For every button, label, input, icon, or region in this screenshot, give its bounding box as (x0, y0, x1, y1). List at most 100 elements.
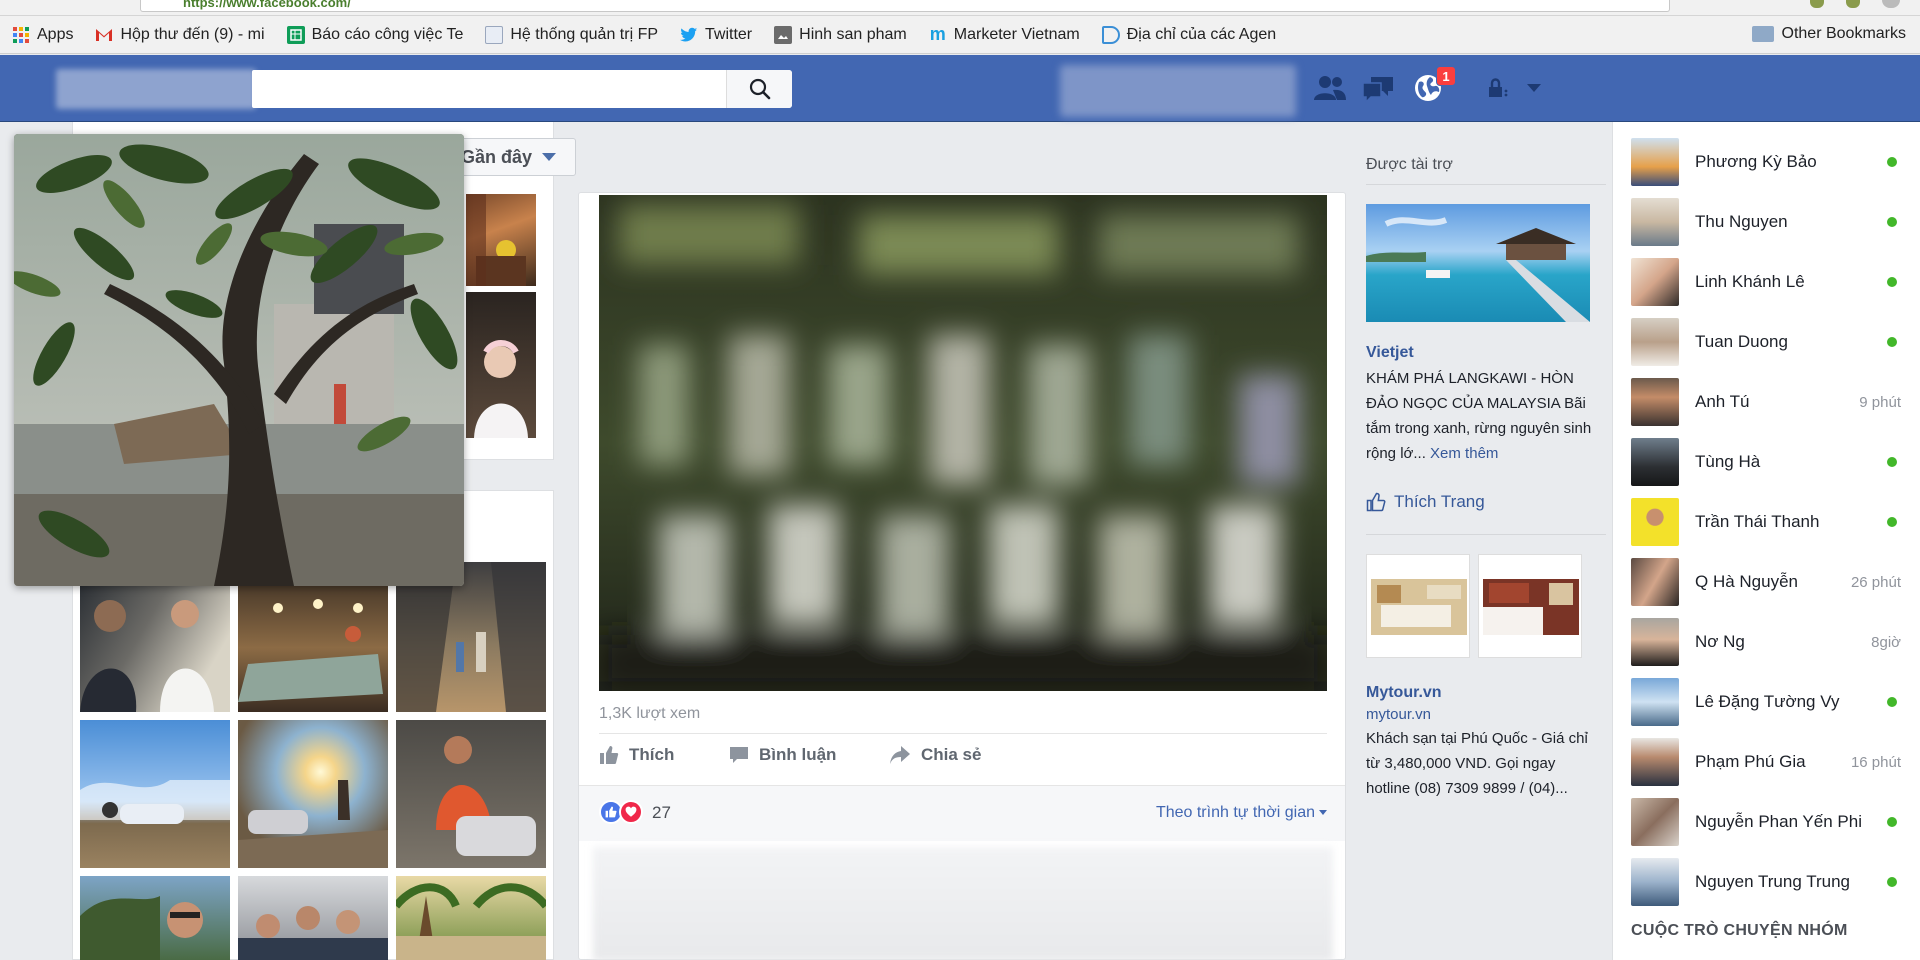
chat-contact[interactable]: Nơ Ng 8giờ (1631, 616, 1920, 668)
contact-name: Q Hà Nguyễn (1695, 572, 1798, 591)
avatar (1631, 318, 1679, 366)
blurred-user-menu[interactable] (1060, 65, 1296, 117)
bookmark-fpt[interactable]: Hệ thống quản trị FP (485, 25, 658, 44)
contact-name: Tùng Hà (1695, 452, 1761, 471)
photo-thumbnail[interactable] (238, 876, 388, 960)
feed-sort-label: Gần đây (461, 146, 533, 167)
online-status-icon (1887, 877, 1897, 887)
photo-thumbnail[interactable] (396, 876, 546, 960)
notification-badge: 1 (1436, 66, 1456, 86)
friend-requests-icon[interactable] (1310, 70, 1350, 106)
profile-icon[interactable] (1882, 0, 1900, 8)
contact-name: Nguyen Trung Trung (1695, 872, 1850, 891)
feed-post: 1,3K lượt xem Thích Bình luận Chia sẻ 27… (578, 192, 1346, 960)
online-status-icon (1887, 697, 1897, 707)
photo-thumbnail[interactable] (80, 876, 230, 960)
love-reaction-icon[interactable] (619, 800, 643, 824)
privacy-lock-icon[interactable] (1478, 70, 1518, 106)
video-player[interactable] (599, 195, 1327, 691)
comment-sort-dropdown[interactable]: Theo trình tự thời gian (1156, 804, 1327, 822)
chat-contact[interactable]: Tùng Hà (1631, 436, 1920, 488)
comment-button[interactable]: Bình luận (729, 745, 836, 765)
chat-contact[interactable]: Lê Đặng Tường Vy (1631, 676, 1920, 728)
avatar (1631, 858, 1679, 906)
search-input[interactable] (252, 70, 792, 108)
search-button[interactable] (726, 70, 792, 108)
photo-thumbnail[interactable] (466, 194, 536, 286)
last-active-time: 9 phút (1859, 393, 1901, 411)
bookmark-agency[interactable]: Địa chỉ của các Agen (1101, 25, 1276, 44)
vietjet-ad-image[interactable] (1366, 204, 1590, 322)
contact-name: Phương Kỳ Bảo (1695, 152, 1817, 171)
address-bar[interactable]: https://www.facebook.com/ (140, 0, 1670, 12)
last-active-time: 26 phút (1850, 573, 1901, 591)
vietjet-ad-brand[interactable]: Vietjet (1366, 344, 1414, 362)
photo-thumbnail[interactable] (466, 292, 536, 438)
account-menu-chevron-icon[interactable] (1514, 70, 1554, 106)
chat-contact[interactable]: Phạm Phú Gia 16 phút (1631, 736, 1920, 788)
vietjet-ad-text: KHÁM PHÁ LANGKAWI - HÒN ĐẢO NGỌC CỦA MAL… (1366, 366, 1600, 466)
avatar (1631, 258, 1679, 306)
other-bookmarks-label: Other Bookmarks (1781, 25, 1906, 42)
online-status-icon (1887, 817, 1897, 827)
facebook-header: 1 (0, 55, 1920, 122)
folder-icon (1751, 26, 1774, 42)
extension-icon[interactable] (1810, 0, 1824, 8)
chat-contact[interactable]: Phương Kỳ Bảo (1631, 136, 1920, 188)
photo-thumbnail[interactable] (396, 720, 546, 868)
image-icon (774, 25, 793, 44)
hotel-ad-image-2[interactable] (1478, 554, 1582, 658)
hotel-ad-image-1[interactable] (1366, 554, 1470, 658)
contact-name: Anh Tú (1695, 392, 1750, 411)
gmail-icon (95, 26, 113, 44)
avatar (1631, 498, 1679, 546)
bookmark-twitter[interactable]: Twitter (680, 26, 752, 44)
like-button[interactable]: Thích (599, 745, 674, 765)
photo-thumbnail[interactable] (80, 584, 230, 712)
see-more-link[interactable]: Xem thêm (1430, 445, 1498, 462)
bookmark-label: Hộp thư đến (9) - mi (120, 25, 265, 43)
bookmark-label: Marketer Vietnam (953, 25, 1080, 43)
chat-contact[interactable]: Nguyễn Phan Yến Phi (1631, 796, 1920, 848)
contact-name: Trần Thái Thanh (1695, 512, 1820, 531)
chat-contact[interactable]: Anh Tú 9 phút (1631, 376, 1920, 428)
comment-label: Bình luận (759, 745, 837, 764)
other-bookmarks[interactable]: Other Bookmarks (1751, 25, 1906, 43)
photo-thumbnail[interactable] (238, 584, 388, 712)
chevron-down-icon (1319, 810, 1327, 816)
reaction-count[interactable]: 27 (652, 803, 671, 823)
avatar (1631, 618, 1679, 666)
photo-thumbnail[interactable] (80, 720, 230, 868)
extension-icon[interactable] (1846, 0, 1860, 8)
bookmark-apps[interactable]: Apps (12, 26, 73, 44)
bookmark-marketer[interactable]: m Marketer Vietnam (929, 26, 1080, 44)
d-logo-icon (1101, 25, 1120, 44)
avatar (1631, 738, 1679, 786)
extension-icons (1810, 0, 1900, 8)
like-page-button[interactable]: Thích Trang (1366, 492, 1485, 512)
share-label: Chia sẻ (921, 745, 982, 764)
chat-contact[interactable]: Linh Khánh Lê (1631, 256, 1920, 308)
photo-hover-preview[interactable] (14, 134, 464, 586)
contact-name: Nguyễn Phan Yến Phi (1695, 812, 1862, 831)
bookmark-gmail[interactable]: Hộp thư đến (9) - mi (95, 25, 265, 44)
sheets-icon (286, 25, 305, 44)
chat-contact[interactable]: Thu Nguyen (1631, 196, 1920, 248)
bookmark-sheets[interactable]: Báo cáo công việc Te (286, 25, 463, 44)
feed-sort-dropdown[interactable]: Gần đây (450, 138, 576, 176)
messages-icon[interactable] (1358, 70, 1398, 106)
chat-contact[interactable]: Tuan Duong (1631, 316, 1920, 368)
mytour-ad-brand[interactable]: Mytour.vn (1366, 684, 1442, 702)
chat-contact[interactable]: Trần Thái Thanh (1631, 496, 1920, 548)
contact-name: Tuan Duong (1695, 332, 1788, 351)
bookmark-hinh-san-pham[interactable]: Hinh san pham (774, 25, 907, 44)
divider (599, 733, 1327, 734)
chat-contact[interactable]: Nguyen Trung Trung (1631, 856, 1920, 908)
bookmark-label: Apps (37, 25, 74, 43)
like-page-label: Thích Trang (1394, 492, 1485, 511)
share-button[interactable]: Chia sẻ (889, 745, 981, 765)
chat-contact[interactable]: Q Hà Nguyễn 26 phút (1631, 556, 1920, 608)
mytour-ad-domain[interactable]: mytour.vn (1366, 706, 1431, 723)
photo-thumbnail[interactable] (238, 720, 388, 868)
comment-icon (729, 745, 749, 765)
